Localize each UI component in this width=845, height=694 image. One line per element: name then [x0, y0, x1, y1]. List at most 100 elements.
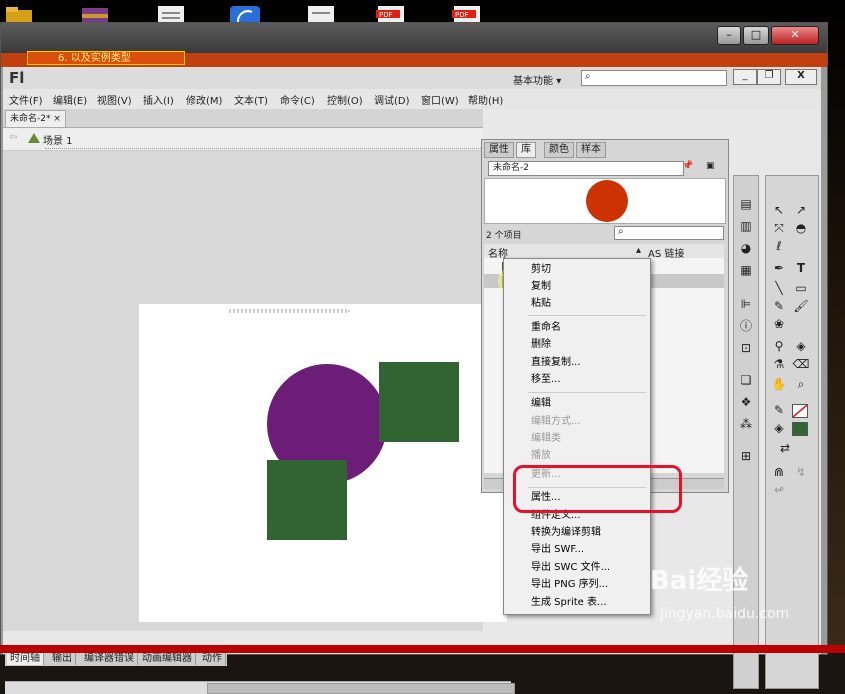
subselection-tool-icon[interactable]: ↗ — [792, 202, 810, 218]
3d-rotation-tool-icon[interactable]: ◓ — [792, 220, 810, 236]
rectangle-tool-icon[interactable]: ▭ — [792, 280, 810, 296]
eyedropper-tool-icon[interactable]: ⚗ — [770, 356, 788, 372]
menu-item-edit-class: 编辑类 — [531, 433, 561, 444]
free-transform-tool-icon[interactable]: ⤧ — [770, 220, 788, 236]
zoom-tool-icon[interactable]: ⌕ — [792, 376, 810, 392]
menu-item-convert-to-compiled-clip[interactable]: 转换为编译剪辑 — [531, 527, 601, 539]
preview-circle — [586, 180, 628, 222]
align-panel-icon[interactable]: ⊫ — [737, 296, 755, 312]
menu-item-export-swc[interactable]: 导出 SWC 文件... — [531, 562, 610, 574]
background-window-title: 6. 以及实例类型 — [27, 51, 185, 65]
menu-item-paste[interactable]: 粘贴 — [531, 298, 551, 310]
menu-edit[interactable]: 编辑(E) — [53, 92, 87, 107]
straighten-icon[interactable]: ↫ — [770, 482, 788, 498]
menu-item-move-to[interactable]: 移至... — [531, 374, 561, 386]
menu-item-delete[interactable]: 删除 — [531, 339, 551, 351]
swap-colors-icon[interactable]: ⇄ — [776, 440, 794, 456]
menu-modify[interactable]: 修改(M) — [186, 92, 222, 107]
menu-item-rename[interactable]: 重命名 — [531, 322, 561, 334]
stroke-color-swatch[interactable] — [792, 404, 808, 418]
tab-color[interactable]: 颜色 — [544, 142, 574, 158]
menu-file[interactable]: 文件(F) — [9, 92, 43, 107]
fill-color-icon[interactable]: ◈ — [770, 420, 788, 436]
scene-label[interactable]: 场景 1 — [43, 132, 73, 147]
horizontal-scrollbar[interactable] — [5, 681, 515, 694]
menu-item-export-swf[interactable]: 导出 SWF... — [531, 544, 584, 556]
bone-tool-icon[interactable]: ⚲ — [770, 338, 788, 354]
stroke-color-icon[interactable]: ✎ — [770, 402, 788, 418]
swatches-icon[interactable]: ▦ — [737, 262, 755, 278]
brush-tool-icon[interactable]: 🖌 — [792, 298, 810, 314]
menu-item-export-png-sequence[interactable]: 导出 PNG 序列... — [531, 579, 608, 591]
stage[interactable] — [139, 304, 507, 622]
menu-control[interactable]: 控制(O) — [327, 92, 363, 107]
smooth-icon[interactable]: ↯ — [792, 464, 810, 480]
menu-insert[interactable]: 插入(I) — [143, 92, 174, 107]
sort-arrow-icon[interactable]: ▴ — [636, 245, 641, 256]
color-icon[interactable]: ◕ — [737, 240, 755, 256]
tab-library[interactable]: 库 — [516, 142, 536, 158]
library-search-input[interactable]: ⌕ — [614, 226, 724, 240]
selection-tool-icon[interactable]: ↖ — [770, 202, 788, 218]
tab-document[interactable]: 未命名-2* × — [5, 110, 66, 128]
fill-color-swatch[interactable] — [792, 422, 808, 436]
app-close-button[interactable]: X — [785, 69, 817, 85]
text-tool-icon[interactable]: T — [792, 260, 810, 276]
app-minimize-button[interactable]: _ — [733, 69, 757, 85]
help-search-input[interactable]: ⌕ — [581, 70, 727, 86]
pin-icon[interactable]: 📌 — [682, 161, 693, 171]
tab-timeline[interactable]: 时间轴 — [7, 653, 44, 665]
info-icon[interactable]: ⓘ — [737, 318, 755, 334]
back-arrow-icon[interactable]: ⇦ — [9, 132, 17, 143]
code-snippets-icon[interactable]: ❏ — [737, 372, 755, 388]
minimize-button[interactable]: – — [717, 26, 741, 45]
pen-tool-icon[interactable]: ✒ — [770, 260, 788, 276]
tab-actions[interactable]: 动作 — [199, 653, 226, 665]
menu-item-duplicate[interactable]: 直接复制... — [531, 357, 581, 369]
align-icon[interactable]: ▤ — [737, 196, 755, 212]
menu-separator — [528, 315, 646, 316]
search-icon: ⌕ — [618, 226, 624, 237]
lasso-tool-icon[interactable]: ℓ — [770, 238, 788, 254]
scrollbar-thumb[interactable] — [207, 683, 515, 694]
flash-logo: Fl — [9, 69, 25, 87]
components-icon[interactable]: ❖ — [737, 394, 755, 410]
pencil-tool-icon[interactable]: ✎ — [770, 298, 788, 314]
line-tool-icon[interactable]: ╲ — [770, 280, 788, 296]
maximize-button[interactable]: □ — [743, 26, 769, 45]
motion-presets-icon[interactable]: ⁂ — [737, 416, 755, 432]
menu-item-copy[interactable]: 复制 — [531, 281, 551, 293]
transform-icon[interactable]: ⊡ — [737, 340, 755, 356]
taskbar-strip — [0, 645, 845, 653]
menu-window[interactable]: 窗口(W) — [421, 92, 459, 107]
tab-properties[interactable]: 属性 — [484, 142, 514, 158]
app-restore-button[interactable]: ❐ — [757, 69, 781, 85]
menu-debug[interactable]: 调试(D) — [374, 92, 410, 107]
menu-help[interactable]: 帮助(H) — [468, 92, 503, 107]
library-preview — [484, 178, 726, 224]
menu-item-edit[interactable]: 编辑 — [531, 398, 551, 410]
project-icon[interactable]: ⊞ — [737, 448, 755, 464]
library-document-select[interactable]: 未命名-2 — [488, 161, 684, 176]
library-icon[interactable]: ▥ — [737, 218, 755, 234]
deco-tool-icon[interactable]: ❀ — [770, 316, 788, 332]
eraser-tool-icon[interactable]: ⌫ — [792, 356, 810, 372]
tab-swatches[interactable]: 样本 — [576, 142, 606, 158]
bottom-panel-tabs: 时间轴 输出 编译器错误 动画编辑器 动作 — [5, 651, 227, 666]
snap-to-objects-icon[interactable]: ⋒ — [770, 464, 788, 480]
new-library-icon[interactable]: ▣ — [706, 161, 715, 171]
tab-output[interactable]: 输出 — [49, 653, 76, 665]
app-bar: Fl 基本功能 ▾ ⌕ _ ❐ X — [3, 67, 821, 90]
tab-motion-editor[interactable]: 动画编辑器 — [139, 653, 196, 665]
menu-item-cut[interactable]: 剪切 — [531, 264, 551, 276]
menu-commands[interactable]: 命令(C) — [280, 92, 315, 107]
menu-item-generate-sprite-sheet[interactable]: 生成 Sprite 表... — [531, 597, 607, 609]
close-button[interactable]: ✕ — [771, 26, 819, 45]
close-icon[interactable]: × — [53, 114, 61, 124]
paint-bucket-tool-icon[interactable]: ◈ — [792, 338, 810, 354]
menu-view[interactable]: 视图(V) — [97, 92, 132, 107]
hand-tool-icon[interactable]: ✋ — [770, 376, 788, 392]
tab-compiler-errors[interactable]: 编译器错误 — [81, 653, 138, 665]
menu-text[interactable]: 文本(T) — [234, 92, 268, 107]
workspace-switcher[interactable]: 基本功能 ▾ — [513, 72, 561, 87]
